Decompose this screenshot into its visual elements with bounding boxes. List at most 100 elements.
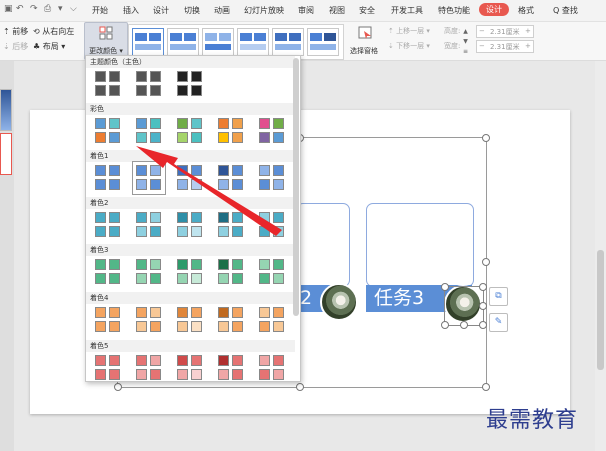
undo-icon[interactable]: ↶: [16, 4, 24, 14]
color-swatch[interactable]: [95, 259, 121, 285]
redo-icon[interactable]: ↷: [30, 4, 38, 14]
color-swatch[interactable]: [177, 212, 203, 238]
minus-icon[interactable]: −: [479, 27, 485, 35]
tab-view[interactable]: 视图: [329, 5, 345, 16]
color-swatch[interactable]: [95, 355, 121, 381]
resize-handle[interactable]: [296, 383, 304, 391]
color-swatch[interactable]: [136, 355, 162, 381]
forward-button[interactable]: ⇡ 前移: [3, 26, 28, 37]
color-swatch[interactable]: [218, 355, 244, 381]
color-swatch[interactable]: [259, 355, 285, 381]
resize-handle[interactable]: [460, 321, 468, 329]
style-option[interactable]: [202, 28, 234, 56]
tab-slideshow[interactable]: 幻灯片放映: [244, 5, 284, 16]
color-swatch[interactable]: [218, 307, 244, 333]
select-pane-button[interactable]: 选择窗格: [348, 24, 382, 58]
resize-handle[interactable]: [482, 383, 490, 391]
layout-button[interactable]: ♣ 布局 ▾: [33, 41, 65, 52]
tab-design[interactable]: 设计: [153, 5, 169, 16]
color-swatch[interactable]: [177, 71, 203, 97]
tab-home[interactable]: 开始: [92, 5, 108, 16]
resize-handle[interactable]: [479, 321, 487, 329]
minus-icon[interactable]: −: [479, 42, 485, 50]
width-field[interactable]: − 2.31厘米 +: [476, 40, 534, 53]
resize-handle[interactable]: [482, 258, 490, 266]
resize-handle[interactable]: [114, 383, 122, 391]
color-swatch[interactable]: [259, 118, 285, 144]
more-icon[interactable]: ▾: [58, 4, 63, 14]
color-swatch[interactable]: [218, 165, 244, 191]
task-card[interactable]: [296, 203, 350, 287]
move-up-button[interactable]: ⇡ 上移一层 ▾: [388, 26, 430, 36]
print-icon[interactable]: ⎙: [44, 4, 51, 14]
slide-thumbnail-strip[interactable]: [0, 61, 14, 451]
color-swatch[interactable]: [136, 307, 162, 333]
color-swatch[interactable]: [136, 118, 162, 144]
file-icon[interactable]: ▣: [4, 4, 13, 14]
change-color-dropdown[interactable]: 主题颜色（主色） 彩色 着色1 着色2 着色3 着色4 着色5: [85, 55, 301, 382]
swatch-cell: [232, 307, 243, 318]
color-swatch[interactable]: [259, 259, 285, 285]
color-swatch[interactable]: [218, 259, 244, 285]
task-card[interactable]: [366, 203, 474, 287]
plus-icon[interactable]: +: [525, 27, 531, 35]
color-swatch[interactable]: [95, 118, 121, 144]
resize-handle[interactable]: [482, 134, 490, 142]
color-swatch[interactable]: [218, 118, 244, 144]
resize-handle[interactable]: [441, 321, 449, 329]
move-down-button[interactable]: ⇣ 下移一层 ▾: [388, 41, 430, 51]
color-swatch[interactable]: [177, 165, 203, 191]
task-photo[interactable]: [320, 283, 358, 321]
color-swatch[interactable]: [132, 161, 166, 195]
color-swatch[interactable]: [259, 165, 285, 191]
tab-developer[interactable]: 开发工具: [391, 5, 423, 16]
height-field[interactable]: − 2.31厘米 +: [476, 25, 534, 38]
style-option[interactable]: [272, 28, 304, 56]
color-swatch[interactable]: [177, 355, 203, 381]
right-to-left-button[interactable]: ⟲ 从右向左: [33, 26, 74, 37]
style-option[interactable]: [132, 28, 164, 56]
color-swatch[interactable]: [218, 212, 244, 238]
scroll-down-icon[interactable]: ▼: [463, 38, 468, 45]
color-swatch[interactable]: [95, 165, 121, 191]
dropdown-scrollbar[interactable]: [293, 58, 299, 316]
tab-features[interactable]: 特色功能: [438, 5, 470, 16]
color-swatch[interactable]: [177, 259, 203, 285]
resize-handle[interactable]: [479, 283, 487, 291]
scrollbar-thumb[interactable]: [597, 250, 604, 370]
color-swatch[interactable]: [136, 212, 162, 238]
backward-button[interactable]: ⇣ 后移: [3, 41, 28, 52]
tab-review[interactable]: 审阅: [298, 5, 314, 16]
color-swatch[interactable]: [95, 307, 121, 333]
expand-icon[interactable]: ⌵: [70, 4, 77, 14]
search-button[interactable]: Q 查找: [553, 5, 578, 16]
color-swatch[interactable]: [259, 212, 285, 238]
color-swatch[interactable]: [95, 71, 121, 97]
resize-handle[interactable]: [441, 283, 449, 291]
tab-transition[interactable]: 切换: [184, 5, 200, 16]
tab-security[interactable]: 安全: [359, 5, 375, 16]
style-option[interactable]: [237, 28, 269, 56]
layout-options-button[interactable]: ⧉: [489, 287, 508, 306]
slide-thumbnail[interactable]: [0, 89, 12, 131]
tab-format[interactable]: 格式: [518, 5, 534, 16]
color-swatch[interactable]: [177, 307, 203, 333]
tab-smartart-design[interactable]: 设计: [479, 3, 509, 16]
color-swatch[interactable]: [259, 307, 285, 333]
plus-icon[interactable]: +: [525, 42, 531, 50]
color-swatch[interactable]: [136, 71, 162, 97]
tab-insert[interactable]: 插入: [123, 5, 139, 16]
gallery-scroll[interactable]: ▲ ▼ ≡: [461, 27, 470, 57]
color-swatch[interactable]: [177, 118, 203, 144]
slide-thumbnail[interactable]: [0, 133, 12, 175]
gallery-more-icon[interactable]: ≡: [463, 48, 468, 55]
color-swatch[interactable]: [95, 212, 121, 238]
photo-selection-frame[interactable]: [444, 286, 484, 326]
tab-animation[interactable]: 动画: [214, 5, 230, 16]
resize-handle[interactable]: [479, 302, 487, 310]
style-option[interactable]: [167, 28, 199, 56]
scroll-up-icon[interactable]: ▲: [463, 28, 468, 35]
edit-style-button[interactable]: ✎: [489, 313, 508, 332]
style-option[interactable]: [307, 28, 339, 56]
color-swatch[interactable]: [136, 259, 162, 285]
